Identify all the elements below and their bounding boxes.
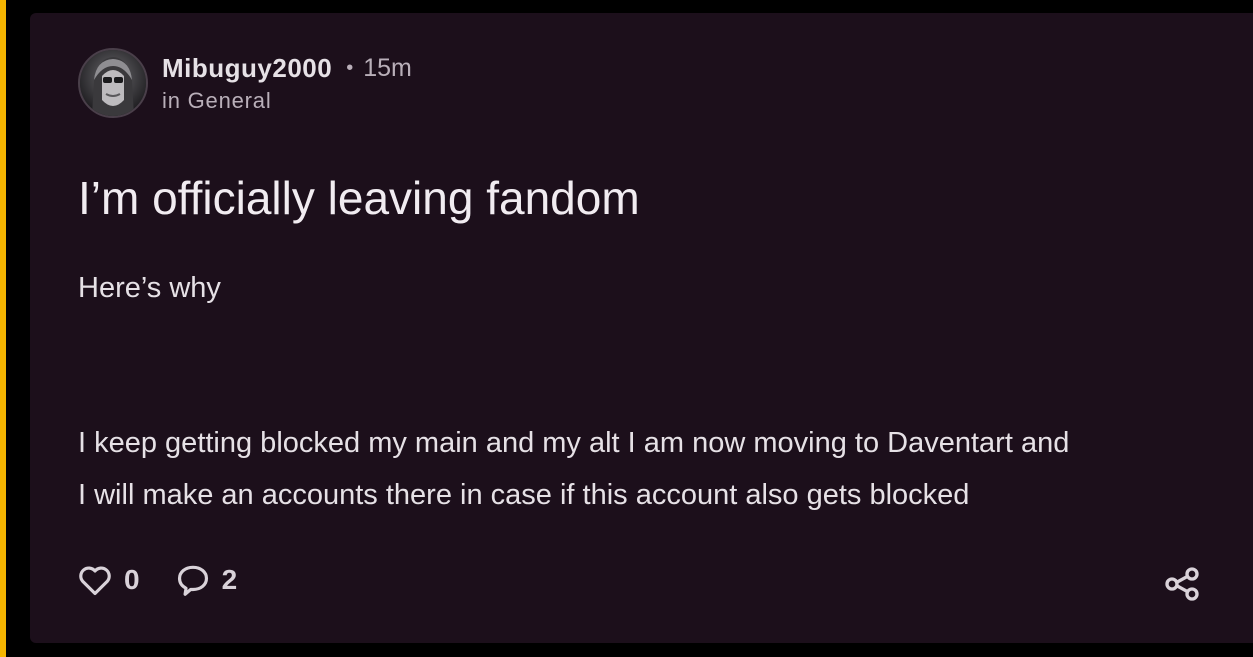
post-time: 15m [363, 54, 412, 82]
separator-dot: • [346, 57, 354, 79]
share-icon [1165, 567, 1199, 601]
heart-icon [79, 566, 111, 596]
community-label[interactable]: in General [162, 88, 272, 114]
post-title[interactable]: I’m officially leaving fandom [78, 171, 640, 225]
avatar-image [80, 50, 146, 116]
comment-count: 2 [221, 564, 238, 595]
share-button[interactable] [1162, 564, 1202, 604]
post-body-line: I will make an accounts there in case if… [78, 479, 970, 511]
like-count: 0 [124, 564, 140, 595]
avatar[interactable] [78, 48, 148, 118]
post-actions: 0 2 [76, 561, 237, 599]
post-header: Mibuguy2000 • 15m [162, 53, 412, 84]
comment-button[interactable]: 2 [174, 561, 238, 599]
post-body-line: Here’s why [78, 272, 221, 304]
post-card[interactable]: Mibuguy2000 • 15m in General I’m officia… [30, 13, 1253, 643]
author-name[interactable]: Mibuguy2000 [162, 53, 332, 84]
like-button[interactable]: 0 [76, 561, 140, 599]
accent-bar [0, 0, 6, 657]
comment-bubble-icon [177, 565, 208, 596]
post-body-line: I keep getting blocked my main and my al… [78, 427, 1070, 459]
